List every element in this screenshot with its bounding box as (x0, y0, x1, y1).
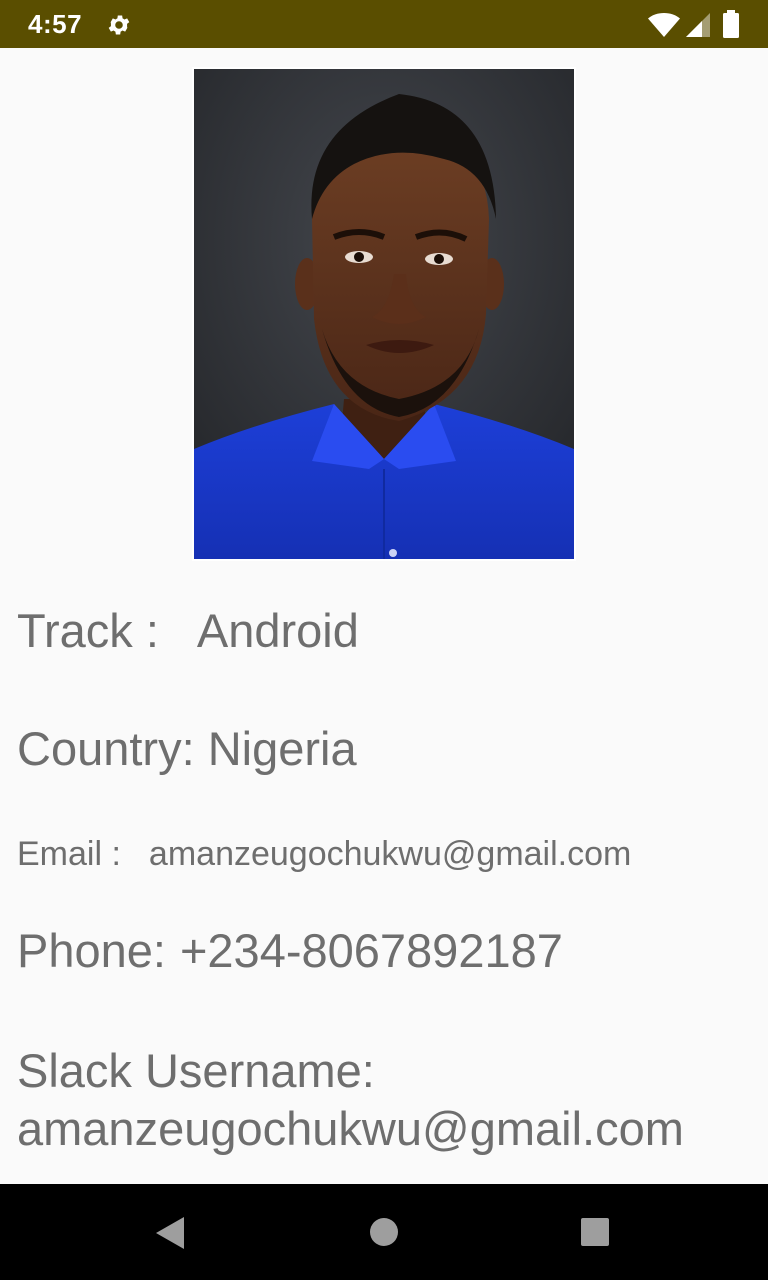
country-row: Country: Nigeria (17, 721, 357, 776)
slack-label: Slack Username: (17, 1044, 375, 1097)
battery-icon (723, 10, 739, 38)
email-value: amanzeugochukwu@gmail.com (148, 835, 632, 873)
status-bar: 4:57 (0, 0, 768, 48)
profile-content: Track : Android Country: Nigeria Email : a… (0, 48, 768, 1184)
phone-value: +234-8067892187 (179, 924, 563, 977)
country-label: Country: (17, 722, 195, 775)
track-value: Android (196, 604, 359, 657)
phone-row: Phone: +234-8067892187 (17, 923, 563, 978)
navigation-bar (0, 1184, 768, 1280)
cell-signal-icon (686, 13, 710, 37)
back-icon[interactable] (154, 1216, 186, 1250)
track-row: Track : Android (17, 603, 359, 658)
phone-label: Phone: (17, 924, 166, 977)
settings-gear-icon (108, 15, 130, 35)
status-time: 4:57 (28, 9, 83, 39)
country-value: Nigeria (207, 722, 357, 775)
profile-photo (192, 67, 576, 561)
slack-value: amanzeugochukwu@gmail.com (17, 1102, 684, 1155)
slack-row: Slack Username: amanzeugochukwu@gmail.co… (17, 1042, 684, 1158)
track-label: Track : (17, 604, 159, 657)
email-label: Email : (17, 835, 121, 873)
email-row: Email : amanzeugochukwu@gmail.com (17, 835, 631, 874)
home-icon[interactable] (369, 1217, 399, 1247)
recents-icon[interactable] (580, 1217, 610, 1247)
wifi-icon (648, 13, 680, 37)
